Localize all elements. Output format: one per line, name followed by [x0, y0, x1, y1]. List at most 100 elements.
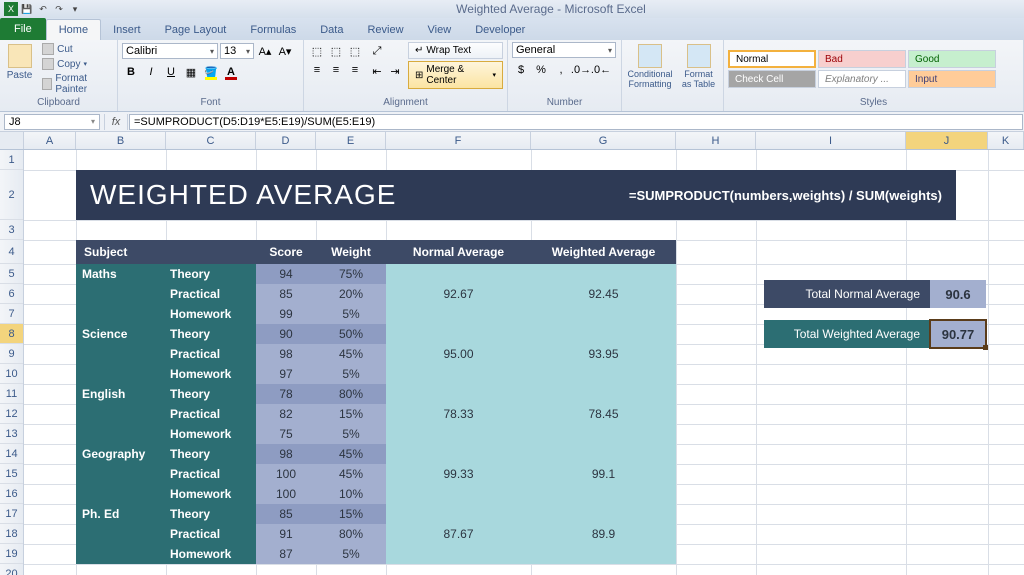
cell-weighted-avg[interactable]: [531, 484, 676, 504]
cell-weighted-avg[interactable]: 92.45: [531, 284, 676, 304]
cells-area[interactable]: WEIGHTED AVERAGE =SUMPRODUCT(numbers,wei…: [24, 150, 1024, 575]
table-row[interactable]: Homework995%: [76, 304, 676, 324]
cell-weighted-avg[interactable]: [531, 384, 676, 404]
bold-button[interactable]: B: [122, 63, 140, 81]
row-header-15[interactable]: 15: [0, 464, 23, 484]
row-header-16[interactable]: 16: [0, 484, 23, 504]
cell-score[interactable]: 78: [256, 384, 316, 404]
select-all-corner[interactable]: [0, 132, 24, 149]
cell-normal-avg[interactable]: [386, 444, 531, 464]
cell-weight[interactable]: 5%: [316, 544, 386, 564]
table-row[interactable]: Practical9180%87.6789.9: [76, 524, 676, 544]
border-button[interactable]: ▦: [182, 63, 200, 81]
col-header-I[interactable]: I: [756, 132, 906, 149]
align-left-button[interactable]: ≡: [308, 61, 326, 79]
cell-score[interactable]: 90: [256, 324, 316, 344]
align-top-button[interactable]: ⬚: [308, 42, 326, 60]
cell-weighted-avg[interactable]: [531, 364, 676, 384]
cell-weight[interactable]: 5%: [316, 304, 386, 324]
row-header-2[interactable]: 2: [0, 170, 23, 220]
row-header-17[interactable]: 17: [0, 504, 23, 524]
row-header-20[interactable]: 20: [0, 564, 23, 575]
row-header-11[interactable]: 11: [0, 384, 23, 404]
cell-weighted-avg[interactable]: [531, 504, 676, 524]
cell-weighted-avg[interactable]: [531, 324, 676, 344]
currency-button[interactable]: $: [512, 61, 530, 79]
row-header-6[interactable]: 6: [0, 284, 23, 304]
conditional-formatting-button[interactable]: Conditional Formatting: [626, 42, 674, 92]
underline-button[interactable]: U: [162, 63, 180, 81]
row-header-12[interactable]: 12: [0, 404, 23, 424]
cell-weighted-avg[interactable]: 93.95: [531, 344, 676, 364]
row-header-1[interactable]: 1: [0, 150, 23, 170]
decrease-indent-button[interactable]: ⇤: [368, 62, 386, 80]
cell-weight[interactable]: 15%: [316, 404, 386, 424]
col-header-K[interactable]: K: [988, 132, 1024, 149]
cell-weight[interactable]: 5%: [316, 364, 386, 384]
cell-normal-avg[interactable]: [386, 304, 531, 324]
cell-normal-avg[interactable]: 78.33: [386, 404, 531, 424]
cell-score[interactable]: 97: [256, 364, 316, 384]
table-row[interactable]: EnglishTheory7880%: [76, 384, 676, 404]
percent-button[interactable]: %: [532, 61, 550, 79]
row-header-9[interactable]: 9: [0, 344, 23, 364]
style-bad[interactable]: Bad: [818, 50, 906, 68]
redo-icon[interactable]: ↷: [52, 2, 66, 16]
row-header-14[interactable]: 14: [0, 444, 23, 464]
table-row[interactable]: MathsTheory9475%: [76, 264, 676, 284]
cell-weight[interactable]: 80%: [316, 524, 386, 544]
cell-weighted-avg[interactable]: [531, 304, 676, 324]
table-row[interactable]: Homework875%: [76, 544, 676, 564]
row-header-13[interactable]: 13: [0, 424, 23, 444]
tab-developer[interactable]: Developer: [463, 20, 537, 40]
cell-weight[interactable]: 45%: [316, 464, 386, 484]
table-row[interactable]: Homework755%: [76, 424, 676, 444]
cell-score[interactable]: 85: [256, 504, 316, 524]
cell-score[interactable]: 85: [256, 284, 316, 304]
paste-button[interactable]: Paste: [4, 42, 35, 83]
cell-normal-avg[interactable]: [386, 364, 531, 384]
cell-weighted-avg[interactable]: [531, 424, 676, 444]
tab-home[interactable]: Home: [46, 19, 101, 40]
cell-weight[interactable]: 15%: [316, 504, 386, 524]
qat-more-icon[interactable]: ▾: [68, 2, 82, 16]
fx-icon[interactable]: fx: [104, 114, 128, 130]
align-middle-button[interactable]: ⬚: [327, 42, 345, 60]
copy-button[interactable]: Copy ▾: [39, 57, 113, 71]
cell-normal-avg[interactable]: [386, 484, 531, 504]
name-box[interactable]: J8▾: [4, 114, 100, 130]
table-row[interactable]: Practical8520%92.6792.45: [76, 284, 676, 304]
format-as-table-button[interactable]: Format as Table: [678, 42, 719, 92]
tab-data[interactable]: Data: [308, 20, 355, 40]
cell-weighted-avg[interactable]: [531, 544, 676, 564]
cell-weighted-avg[interactable]: [531, 264, 676, 284]
cell-score[interactable]: 87: [256, 544, 316, 564]
comma-button[interactable]: ,: [552, 61, 570, 79]
increase-indent-button[interactable]: ⇥: [386, 62, 404, 80]
decrease-decimal-button[interactable]: .0←: [592, 61, 610, 79]
cell-weight[interactable]: 20%: [316, 284, 386, 304]
cell-score[interactable]: 75: [256, 424, 316, 444]
col-header-E[interactable]: E: [316, 132, 386, 149]
table-row[interactable]: ScienceTheory9050%: [76, 324, 676, 344]
table-row[interactable]: Homework10010%: [76, 484, 676, 504]
tab-review[interactable]: Review: [355, 20, 415, 40]
row-header-18[interactable]: 18: [0, 524, 23, 544]
cell-normal-avg[interactable]: 95.00: [386, 344, 531, 364]
cell-normal-avg[interactable]: [386, 384, 531, 404]
worksheet-grid[interactable]: 1234567891011121314151617181920 WEIGHTED…: [0, 150, 1024, 575]
col-header-G[interactable]: G: [531, 132, 676, 149]
col-header-C[interactable]: C: [166, 132, 256, 149]
align-right-button[interactable]: ≡: [346, 61, 364, 79]
table-row[interactable]: Ph. EdTheory8515%: [76, 504, 676, 524]
cell-score[interactable]: 100: [256, 484, 316, 504]
tab-file[interactable]: File: [0, 18, 46, 40]
cell-weight[interactable]: 5%: [316, 424, 386, 444]
formula-input[interactable]: =SUMPRODUCT(D5:D19*E5:E19)/SUM(E5:E19): [129, 114, 1023, 130]
col-header-A[interactable]: A: [24, 132, 76, 149]
cell-weight[interactable]: 10%: [316, 484, 386, 504]
col-header-F[interactable]: F: [386, 132, 531, 149]
style-good[interactable]: Good: [908, 50, 996, 68]
cell-normal-avg[interactable]: 99.33: [386, 464, 531, 484]
cell-score[interactable]: 99: [256, 304, 316, 324]
